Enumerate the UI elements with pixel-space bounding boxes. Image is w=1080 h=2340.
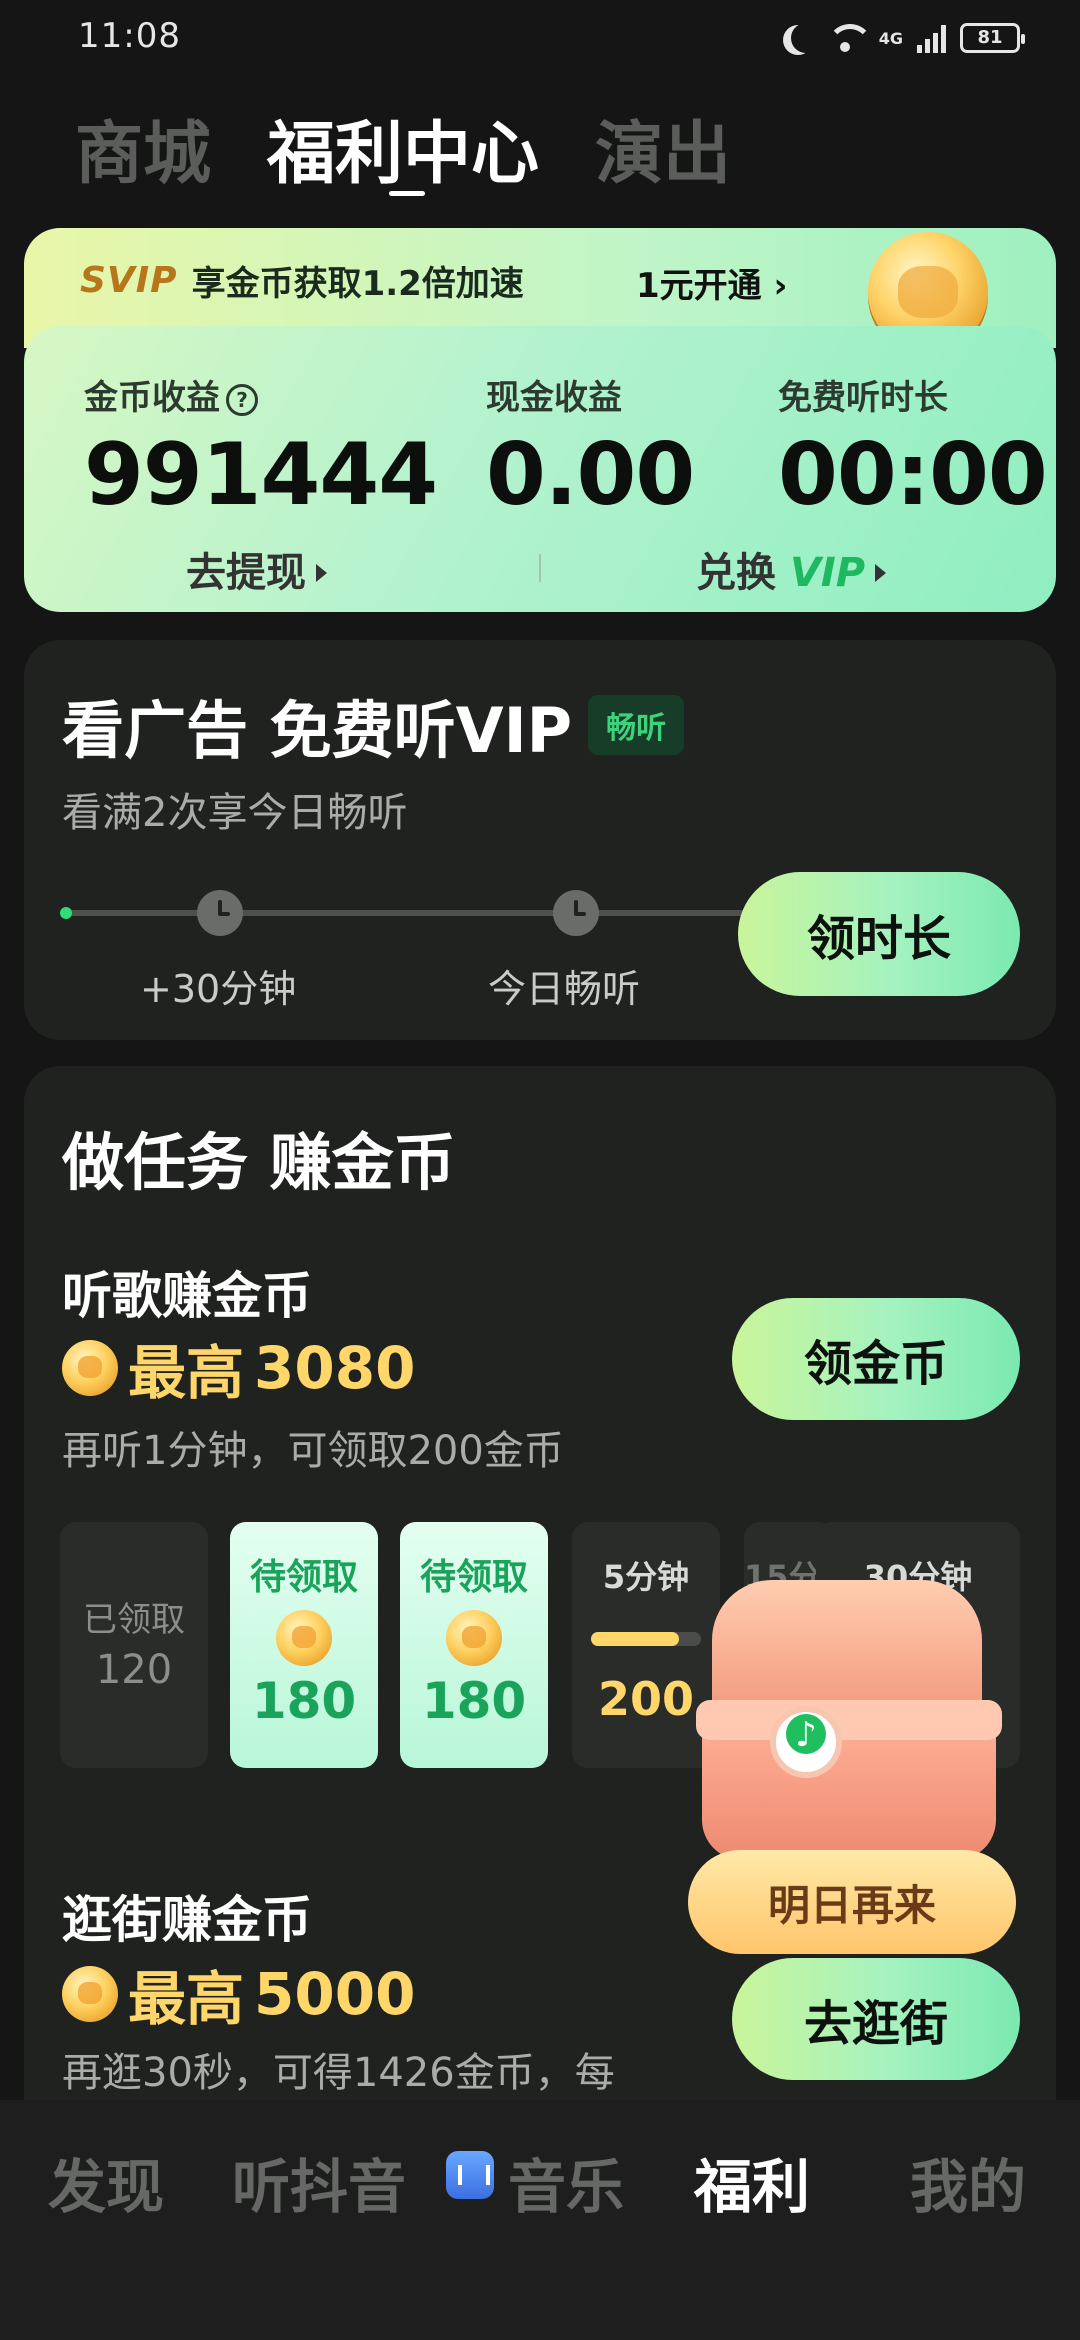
- coin-icon: [62, 1966, 118, 2022]
- free-listen-time-label: 免费听时长: [778, 378, 948, 418]
- music-app-icon: [446, 2151, 494, 2199]
- top-tabs: 商城 福利中心 演出: [75, 100, 731, 200]
- nav-me[interactable]: 我的: [910, 2140, 1026, 2224]
- tab-welfare-center-label: 福利中心: [267, 115, 540, 194]
- cash-earnings: 现金收益 0.00: [486, 370, 695, 525]
- exchange-vip-link[interactable]: 兑换 VIP: [696, 540, 887, 598]
- tab-welfare-center[interactable]: 福利中心: [267, 110, 539, 200]
- slot-value: 180: [251, 1672, 357, 1730]
- nav-douyin-listen[interactable]: 听抖音: [232, 2140, 406, 2224]
- task-panel-title: 做任务 赚金币: [62, 1126, 456, 1199]
- nav-music[interactable]: 音乐: [446, 2140, 624, 2224]
- coin-icon: [446, 1610, 502, 1666]
- slot-status: 待领取: [419, 1557, 528, 1598]
- nav-discover[interactable]: 发现: [48, 2140, 164, 2224]
- tab-active-indicator: [389, 191, 426, 196]
- listen-task-title: 听歌赚金币: [62, 1267, 312, 1325]
- slot-status: 5分钟: [602, 1558, 690, 1596]
- ad-panel-subtitle: 看满2次享今日畅听: [62, 790, 408, 836]
- listen-task-max: 最高 3080: [62, 1326, 415, 1410]
- card-divider: [539, 554, 541, 582]
- wifi-icon: [825, 22, 873, 54]
- cash-earnings-label: 现金收益: [486, 378, 622, 418]
- withdraw-label: 去提现: [186, 550, 306, 596]
- clock-icon: [197, 890, 243, 936]
- withdraw-link[interactable]: 去提现: [186, 540, 327, 598]
- coin-earnings: 金币收益? 991444: [84, 370, 438, 525]
- reward-slot: 已领取 120: [60, 1522, 208, 1768]
- signal-icon: [917, 23, 946, 53]
- ad-progress-track: [64, 910, 744, 916]
- slot-value: 180: [421, 1672, 527, 1730]
- arrow-right-icon: [316, 564, 327, 582]
- free-listen-time-value: 00:00: [778, 425, 1048, 525]
- claim-time-button[interactable]: 领时长: [738, 872, 1020, 996]
- nav-music-label: 音乐: [508, 2153, 625, 2221]
- shop-max-value: 5000: [254, 1960, 416, 2028]
- status-icons: 4G 81: [781, 16, 1025, 60]
- reward-slot[interactable]: 待领取 180: [230, 1522, 378, 1768]
- battery-icon: 81: [960, 23, 1025, 53]
- ad-progress-dot: [60, 907, 72, 919]
- status-bar: 11:08 4G 81: [0, 0, 1080, 80]
- changting-badge: 畅听: [588, 695, 685, 755]
- free-listen-time: 免费听时长 00:00: [778, 370, 1048, 525]
- reward-slot[interactable]: 待领取 180: [400, 1522, 548, 1768]
- coin-earnings-label: 金币收益?: [84, 370, 437, 419]
- music-note-icon: [770, 1706, 842, 1778]
- progress-node-label: +30分钟: [140, 967, 297, 1011]
- network-type: 4G: [878, 28, 903, 48]
- svip-open-button[interactable]: 1元开通 ›: [636, 258, 788, 307]
- slot-progress-track: [591, 1632, 701, 1646]
- go-shopping-button[interactable]: 去逛街: [732, 1958, 1020, 2080]
- slot-status: 待领取: [249, 1557, 358, 1598]
- treasure-chest-icon[interactable]: [712, 1580, 982, 1710]
- svip-badge: SVIP: [80, 259, 178, 301]
- cash-earnings-value: 0.00: [486, 425, 695, 525]
- shop-task-max: 最高 5000: [62, 1952, 415, 2036]
- shop-task-title: 逛街赚金币: [62, 1891, 312, 1949]
- tab-shows[interactable]: 演出: [595, 110, 731, 200]
- svip-promo-text: 享金币获取1.2倍加速: [191, 263, 524, 304]
- come-back-tomorrow-button[interactable]: 明日再来: [688, 1850, 1016, 1954]
- status-time: 11:08: [78, 16, 181, 56]
- arrow-right-icon: [875, 564, 887, 582]
- vip-label: VIP: [789, 550, 866, 596]
- svip-banner-text: SVIP 享金币获取1.2倍加速: [80, 250, 524, 310]
- shop-max-prefix: 最高: [128, 1965, 245, 2033]
- listen-max-prefix: 最高: [128, 1339, 245, 1407]
- coin-icon: [62, 1340, 118, 1396]
- slot-status: 已领取: [83, 1600, 185, 1640]
- listen-max-value: 3080: [254, 1334, 416, 1402]
- nav-welfare[interactable]: 福利: [694, 2140, 810, 2224]
- tab-mall[interactable]: 商城: [75, 110, 211, 200]
- coin-icon: [276, 1610, 332, 1666]
- treasure-chest-band: [696, 1700, 1002, 1740]
- clock-icon: [553, 890, 599, 936]
- coin-earnings-value: 991444: [84, 425, 438, 525]
- ad-panel-title: 看广告 免费听VIP: [62, 694, 573, 767]
- shop-task-desc: 再逛30秒，可得1426金币，每: [62, 2050, 615, 2096]
- claim-coins-button[interactable]: 领金币: [732, 1298, 1020, 1420]
- ad-panel-header: 看广告 免费听VIP 畅听: [62, 680, 685, 770]
- listen-task-desc: 再听1分钟，可领取200金币: [62, 1428, 564, 1474]
- slot-value: 120: [95, 1647, 173, 1693]
- help-icon[interactable]: ?: [226, 384, 258, 416]
- exchange-label: 兑换: [696, 550, 776, 596]
- moon-icon: [791, 23, 821, 53]
- slot-progress-fill: [591, 1632, 679, 1646]
- progress-node-label: 今日畅听: [488, 967, 641, 1011]
